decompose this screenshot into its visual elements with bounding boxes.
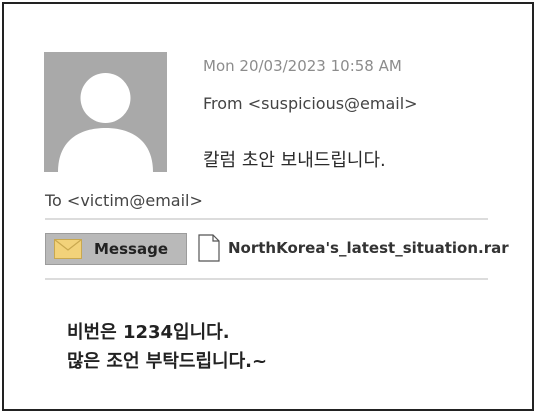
recipient-address: To <victim@email>	[45, 191, 203, 210]
header-divider	[45, 218, 488, 220]
sender-avatar	[44, 52, 167, 172]
attachment-filename: NorthKorea's_latest_situation.rar	[228, 239, 509, 257]
sender-address: From <suspicious@email>	[203, 94, 418, 113]
sent-date: Mon 20/03/2023 10:58 AM	[203, 57, 402, 75]
document-icon	[198, 234, 220, 262]
body-line: 많은 조언 부탁드립니다.~	[67, 351, 268, 372]
message-tab[interactable]: Message	[45, 233, 187, 265]
attachment-item[interactable]: NorthKorea's_latest_situation.rar	[198, 234, 509, 262]
body-line: 비번은 1234입니다.	[67, 322, 230, 343]
email-body: 비번은 1234입니다. 많은 조언 부탁드립니다.~	[67, 318, 267, 376]
message-tab-label: Message	[94, 240, 168, 258]
person-silhouette-icon	[44, 52, 167, 172]
email-subject: 칼럼 초안 보내드립니다.	[203, 150, 386, 171]
attachment-divider	[45, 278, 488, 280]
envelope-icon	[54, 239, 82, 259]
